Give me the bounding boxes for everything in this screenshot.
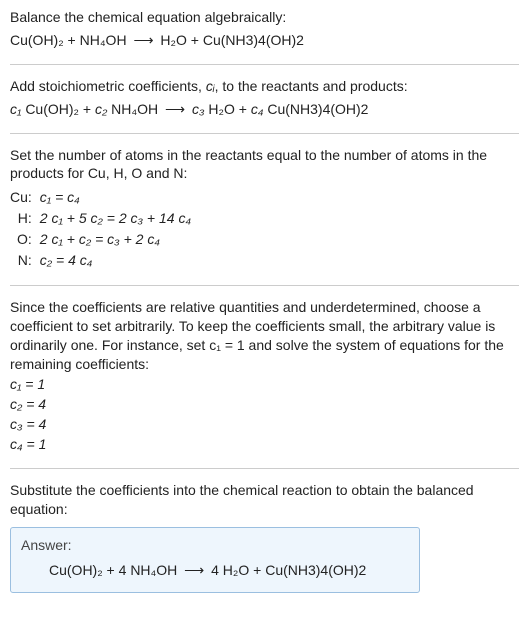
coef-c1: c₁ bbox=[10, 101, 25, 117]
step1-equation: Cu(OH)₂ + NH₄OH ⟶ H₂O + Cu(NH3)4(OH)2 bbox=[10, 31, 519, 50]
table-row: Cu: c₁ = c₄ bbox=[10, 187, 197, 208]
element-label: N: bbox=[10, 250, 40, 271]
product-2: Cu(NH3)4(OH)2 bbox=[203, 32, 304, 48]
solution-list: c₁ = 1 c₂ = 4 c₃ = 4 c₄ = 1 bbox=[10, 375, 519, 454]
divider bbox=[10, 64, 519, 65]
eq-text: c₁ = c₄ bbox=[40, 189, 80, 205]
eq-text: c₂ = 4 c₄ bbox=[40, 252, 93, 268]
product-2: Cu(NH3)4(OH)2 bbox=[267, 101, 368, 117]
divider bbox=[10, 285, 519, 286]
step5-intro: Substitute the coefficients into the che… bbox=[10, 481, 519, 519]
reactant-2: NH₄OH bbox=[130, 562, 177, 578]
eq-text: 2 c₁ + c₂ = c₃ + 2 c₄ bbox=[40, 231, 160, 247]
coef-4: 4 bbox=[211, 562, 223, 578]
plus: + bbox=[249, 562, 265, 578]
step1-intro: Balance the chemical equation algebraica… bbox=[10, 8, 519, 27]
ci-symbol: cᵢ bbox=[206, 78, 215, 94]
arrow-icon: ⟶ bbox=[130, 31, 156, 50]
sol-text: c₃ = 4 bbox=[10, 416, 46, 432]
balance-equation: c₁ = c₄ bbox=[40, 187, 197, 208]
plus: + bbox=[64, 32, 80, 48]
solution-c3: c₃ = 4 bbox=[10, 415, 519, 434]
atom-balance-table: Cu: c₁ = c₄ H: 2 c₁ + 5 c₂ = 2 c₃ + 14 c… bbox=[10, 187, 197, 271]
step4-intro: Since the coefficients are relative quan… bbox=[10, 298, 519, 374]
reactant-1: Cu(OH)₂ bbox=[49, 562, 103, 578]
text: Add stoichiometric coefficients, bbox=[10, 78, 206, 94]
arrow-icon: ⟶ bbox=[181, 561, 207, 580]
product-1: H₂O bbox=[208, 101, 234, 117]
divider bbox=[10, 468, 519, 469]
sol-text: c₄ = 1 bbox=[10, 436, 46, 452]
balance-equation: c₂ = 4 c₄ bbox=[40, 250, 197, 271]
product-1: H₂O bbox=[223, 562, 249, 578]
solution-c2: c₂ = 4 bbox=[10, 395, 519, 414]
sol-text: c₂ = 4 bbox=[10, 396, 46, 412]
solution-c1: c₁ = 1 bbox=[10, 375, 519, 394]
answer-label: Answer: bbox=[21, 536, 409, 555]
coef-4: 4 bbox=[119, 562, 131, 578]
table-row: N: c₂ = 4 c₄ bbox=[10, 250, 197, 271]
plus: + bbox=[79, 101, 95, 117]
step3-intro: Set the number of atoms in the reactants… bbox=[10, 146, 519, 184]
element-label: Cu: bbox=[10, 187, 40, 208]
plus: + bbox=[235, 101, 251, 117]
element-label: H: bbox=[10, 208, 40, 229]
text: , to the reactants and products: bbox=[215, 78, 408, 94]
answer-box: Answer: Cu(OH)₂ + 4 NH₄OH ⟶ 4 H₂O + Cu(N… bbox=[10, 527, 420, 593]
balance-equation: 2 c₁ + c₂ = c₃ + 2 c₄ bbox=[40, 229, 197, 250]
reactant-2: NH₄OH bbox=[80, 32, 127, 48]
product-1: H₂O bbox=[160, 32, 186, 48]
eq-text: 2 c₁ + 5 c₂ = 2 c₃ + 14 c₄ bbox=[40, 210, 191, 226]
divider bbox=[10, 133, 519, 134]
sol-text: c₁ = 1 bbox=[10, 376, 45, 392]
reactant-1: Cu(OH)₂ bbox=[10, 32, 64, 48]
plus: + bbox=[187, 32, 203, 48]
coef-c2: c₂ bbox=[95, 101, 111, 117]
reactant-1: Cu(OH)₂ bbox=[25, 101, 79, 117]
step2-equation: c₁ Cu(OH)₂ + c₂ NH₄OH ⟶ c₃ H₂O + c₄ Cu(N… bbox=[10, 100, 519, 119]
solution-c4: c₄ = 1 bbox=[10, 435, 519, 454]
coef-c3: c₃ bbox=[192, 101, 208, 117]
product-2: Cu(NH3)4(OH)2 bbox=[265, 562, 366, 578]
arrow-icon: ⟶ bbox=[162, 100, 188, 119]
step2-intro: Add stoichiometric coefficients, cᵢ, to … bbox=[10, 77, 519, 96]
answer-equation: Cu(OH)₂ + 4 NH₄OH ⟶ 4 H₂O + Cu(NH3)4(OH)… bbox=[21, 555, 409, 580]
element-label: O: bbox=[10, 229, 40, 250]
coef-c4: c₄ bbox=[251, 101, 268, 117]
plus: + bbox=[103, 562, 119, 578]
balance-equation: 2 c₁ + 5 c₂ = 2 c₃ + 14 c₄ bbox=[40, 208, 197, 229]
table-row: H: 2 c₁ + 5 c₂ = 2 c₃ + 14 c₄ bbox=[10, 208, 197, 229]
table-row: O: 2 c₁ + c₂ = c₃ + 2 c₄ bbox=[10, 229, 197, 250]
reactant-2: NH₄OH bbox=[111, 101, 158, 117]
